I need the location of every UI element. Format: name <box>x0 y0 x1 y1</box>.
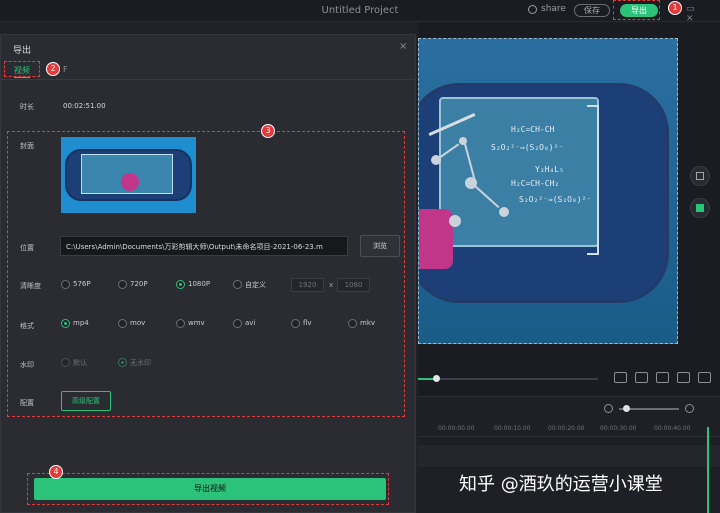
tab-other[interactable]: F <box>63 65 68 74</box>
annotation-box-1 <box>613 0 660 20</box>
formula-text: S₂O₂²⁻⇒(S₂O₈)²⁻ <box>491 143 564 152</box>
share-button[interactable]: share <box>528 4 566 14</box>
duration-label: 时长 <box>20 103 34 111</box>
close-icon[interactable]: × <box>399 41 407 52</box>
volume-icon[interactable] <box>677 372 690 383</box>
zoom-out-icon[interactable] <box>604 404 613 413</box>
video-preview: H₂C=CH-CH S₂O₂²⁻⇒(S₂O₈)²⁻ Y₂H₄L₅ H₂C=CH-… <box>418 38 678 344</box>
dialog-title: 导出 <box>13 46 32 56</box>
share-label: share <box>541 4 566 14</box>
zoom-handle[interactable] <box>623 404 630 412</box>
annotation-box-4 <box>27 473 389 505</box>
annotation-box-2 <box>4 61 40 77</box>
molecule-atom <box>499 207 509 217</box>
record-button[interactable] <box>690 198 710 218</box>
ruler-tick: 00:00:10.00 <box>494 425 531 432</box>
window-controls[interactable]: ▭ ✕ <box>686 4 720 24</box>
user-icon <box>528 4 537 14</box>
subtitle-icon[interactable] <box>614 372 627 383</box>
project-title: Untitled Project <box>321 5 399 16</box>
formula-text: H₂C=CH-CH₂ <box>511 179 560 188</box>
timeline-playhead[interactable] <box>707 427 709 513</box>
scrubber-handle[interactable] <box>433 375 440 382</box>
timeline-track[interactable] <box>418 445 720 467</box>
timeline-zoom <box>604 404 694 413</box>
ruler-tick: 00:00:40.00 <box>654 425 691 432</box>
tab-divider <box>1 79 415 80</box>
grid-icon[interactable] <box>635 372 648 383</box>
title-bar: Untitled Project share 保存 导出 ▭ ✕ <box>0 0 720 24</box>
molecule-atom <box>449 215 461 227</box>
fullscreen-icon[interactable] <box>698 372 711 383</box>
crop-button[interactable] <box>690 166 710 186</box>
ruler-tick: 00:00:20.00 <box>548 425 585 432</box>
timeline-ruler[interactable]: 00:00:00.00 00:00:10.00 00:00:20.00 00:0… <box>418 423 720 437</box>
crop-icon <box>696 172 704 180</box>
annotation-badge-1: 1 <box>668 1 682 15</box>
playback-bar <box>418 368 720 388</box>
camera-icon <box>696 204 704 212</box>
duration-value: 00:02:51.00 <box>63 102 106 110</box>
annotation-badge-2: 2 <box>46 62 60 76</box>
annotation-badge-3: 3 <box>261 124 275 138</box>
formula-text: S₂O₂²⁻⇒(S₂O₈)²⁻ <box>519 195 592 204</box>
ruler-tick: 00:00:30.00 <box>600 425 637 432</box>
flask-graphic <box>419 209 453 269</box>
formula-text: Y₂H₄L₅ <box>535 165 564 174</box>
zoom-in-icon[interactable] <box>685 404 694 413</box>
board-bracket <box>587 105 599 255</box>
zoom-slider[interactable] <box>619 404 679 412</box>
app-window: Untitled Project share 保存 导出 ▭ ✕ H₂C=CH-… <box>0 0 720 513</box>
formula-text: H₂C=CH-CH <box>511 125 555 134</box>
annotation-box-3 <box>7 131 405 417</box>
playback-scrubber[interactable] <box>418 375 598 382</box>
annotation-badge-4: 4 <box>49 465 63 479</box>
save-button[interactable]: 保存 <box>574 4 610 17</box>
watermark-text: 知乎 @酒玖的运营小课堂 <box>459 474 663 495</box>
snapshot-icon[interactable] <box>656 372 669 383</box>
ruler-tick: 00:00:00.00 <box>438 425 475 432</box>
playback-tools <box>614 372 711 383</box>
